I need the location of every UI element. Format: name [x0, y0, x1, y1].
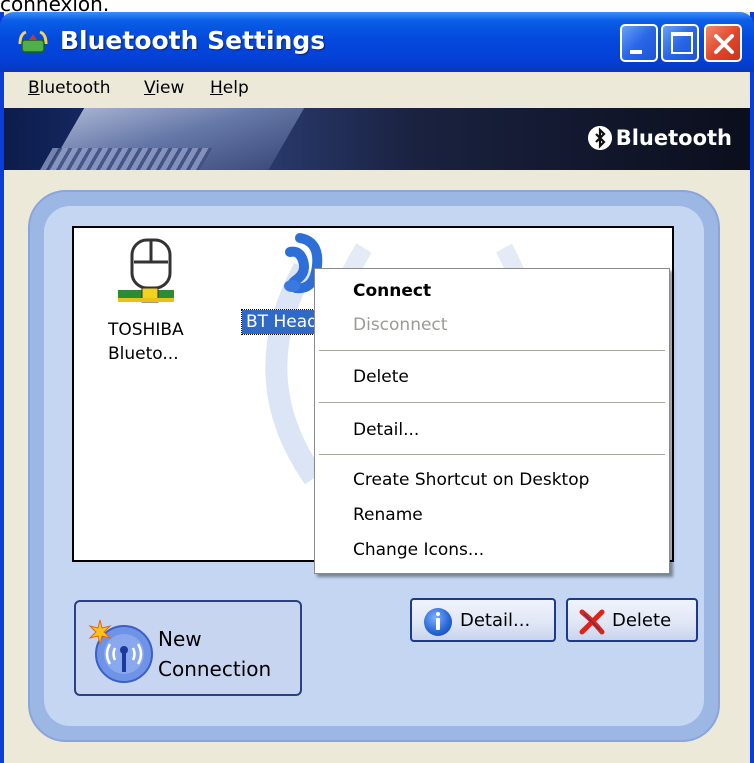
menu-item-detail[interactable]: Detail...: [353, 420, 419, 440]
menu-item-rename[interactable]: Rename: [353, 505, 423, 525]
menu-item-change-icons[interactable]: Change Icons...: [353, 540, 484, 560]
maximize-icon: [671, 32, 693, 54]
bluetooth-app-icon: [18, 30, 48, 53]
device-label-selected: BT Headset: [241, 309, 319, 335]
device-label: TOSHIBA Blueto...: [108, 320, 184, 364]
keyboard-graphic: [35, 148, 213, 170]
delete-x-icon: [579, 609, 605, 635]
close-icon: [714, 34, 734, 54]
menu-bar: Bluetooth View Help: [4, 72, 750, 108]
menu-bluetooth[interactable]: Bluetooth: [28, 78, 111, 98]
menu-separator: [319, 402, 665, 404]
detail-button-label: Detail...: [460, 610, 531, 631]
window-title: Bluetooth Settings: [60, 26, 326, 55]
menu-separator: [319, 350, 665, 352]
new-connection-label: New Connection: [158, 627, 272, 681]
menu-view[interactable]: View: [144, 78, 184, 98]
minimize-button[interactable]: [620, 24, 658, 62]
title-bar[interactable]: Bluetooth Settings: [0, 12, 754, 72]
header-banner: Bluetooth: [4, 108, 750, 170]
menu-separator: [319, 454, 665, 456]
menu-help[interactable]: Help: [210, 78, 249, 98]
new-connection-icon: [88, 619, 153, 683]
maximize-button[interactable]: [661, 24, 699, 62]
menu-item-create-shortcut[interactable]: Create Shortcut on Desktop: [353, 470, 589, 490]
minimize-icon: [630, 50, 642, 54]
close-button[interactable]: [704, 24, 742, 62]
bluetooth-logo: Bluetooth: [587, 126, 732, 150]
detail-button[interactable]: Detail...: [410, 598, 556, 642]
menu-item-connect[interactable]: Connect: [353, 281, 431, 301]
info-icon: [424, 608, 452, 636]
new-connection-button[interactable]: New Connection: [74, 600, 302, 696]
bluetooth-rune-icon: [587, 126, 612, 150]
menu-item-disconnect: Disconnect: [353, 315, 448, 335]
device-toshiba[interactable]: TOSHIBA Blueto...: [104, 236, 184, 364]
delete-button[interactable]: Delete: [566, 598, 698, 642]
context-menu: Connect Disconnect Delete Detail... Crea…: [314, 268, 670, 574]
menu-item-delete[interactable]: Delete: [353, 367, 409, 387]
bluetooth-stack-icon: [118, 238, 174, 303]
delete-button-label: Delete: [612, 610, 672, 631]
bluetooth-brand-text: Bluetooth: [615, 126, 732, 150]
